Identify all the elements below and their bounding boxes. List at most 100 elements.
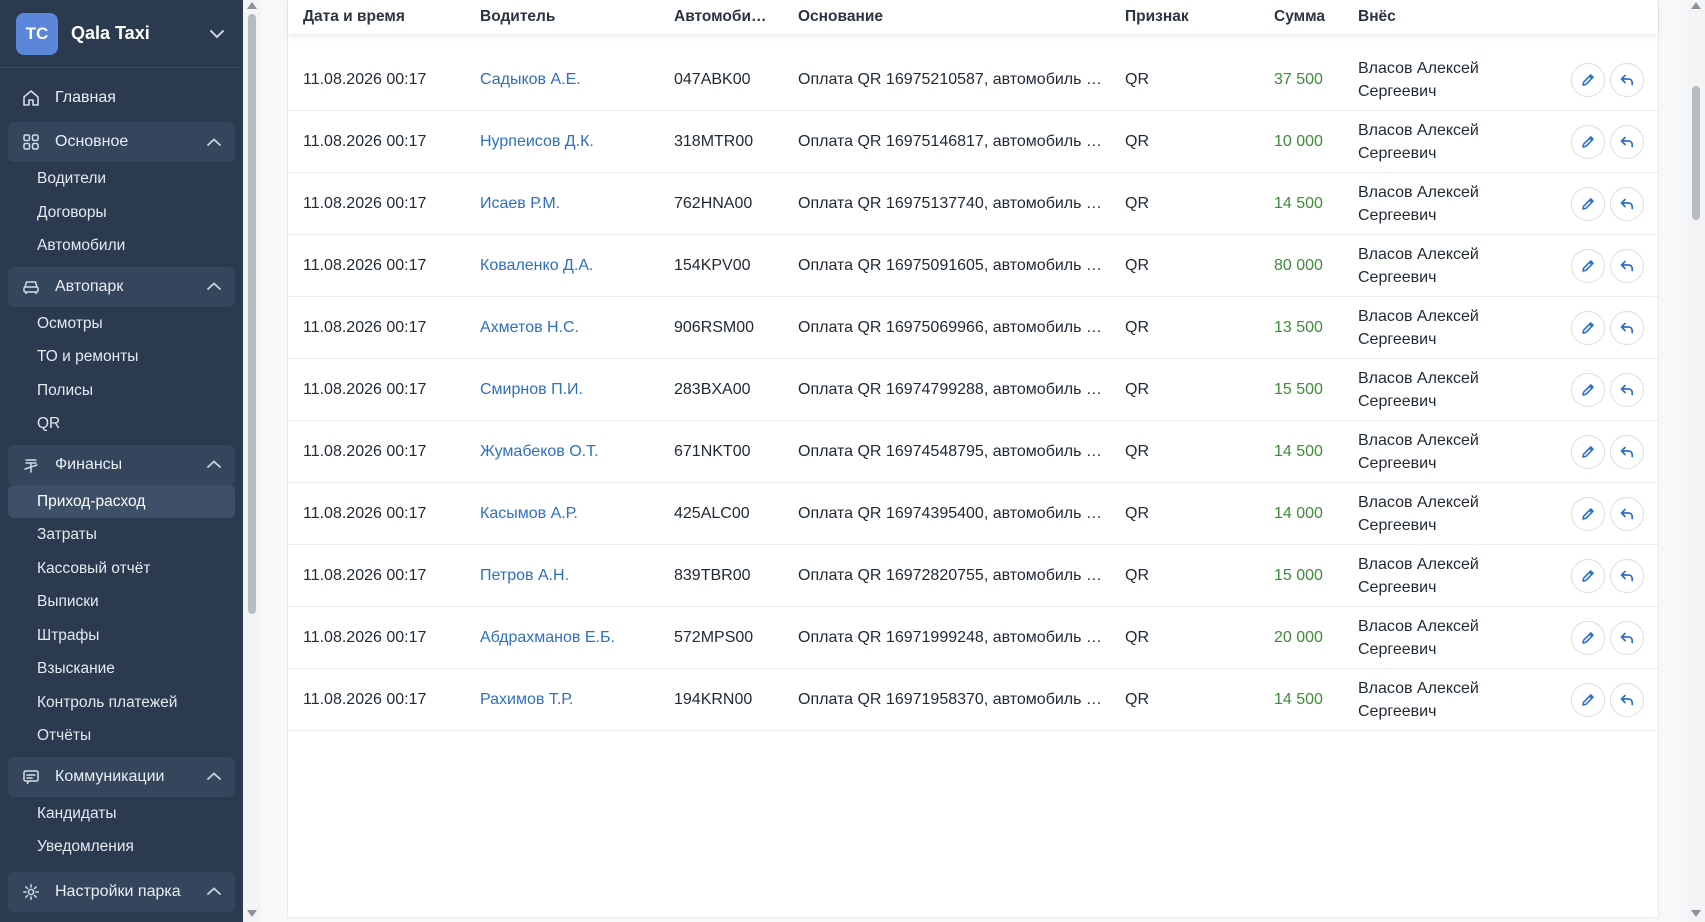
chevron-down-icon[interactable] [207,24,227,44]
brand-header[interactable]: TC Qala Taxi [0,0,243,68]
scroll-up-arrow-icon[interactable] [1691,2,1701,9]
column-header-author[interactable]: Внёс [1358,8,1396,26]
table-row[interactable]: 11.08.2026 00:17 Касымов А.Р. 425ALC00 Опла… [288,483,1658,545]
edit-button[interactable] [1571,620,1605,655]
revert-button[interactable] [1610,124,1644,159]
table-header: Дата и время Водитель Автомоби… Основани… [288,0,1658,34]
column-header-sum[interactable]: Сумма [1274,8,1325,26]
pencil-icon [1582,383,1594,396]
edit-button[interactable] [1571,248,1605,283]
table-row[interactable]: 11.08.2026 00:17 Жумабеков О.Т. 671NKT00 Оп… [288,421,1658,483]
revert-button[interactable] [1610,620,1644,655]
sidebar-item-income-expense[interactable]: Приход-расход [8,484,235,518]
revert-button[interactable] [1610,186,1644,221]
driver-link[interactable]: Нурпеисов Д.К. [480,133,594,151]
sidebar-item-inspections[interactable]: Осмотры [8,307,235,341]
sidebar-group-finance[interactable]: Финансы [8,444,235,485]
sidebar-item-cash-report[interactable]: Кассовый отчёт [8,552,235,586]
edit-button[interactable] [1571,310,1605,345]
sidebar-item-costs[interactable]: Затраты [8,518,235,552]
revert-button[interactable] [1610,682,1644,717]
revert-button[interactable] [1610,310,1644,345]
driver-link[interactable]: Абдрахманов Е.Б. [480,629,615,647]
sidebar-item-maintenance[interactable]: ТО и ремонты [8,340,235,374]
chevron-up-icon[interactable] [205,133,223,151]
table-row[interactable]: 11.08.2026 00:17 Исаев Р.М. 762HNA00 Оплата… [288,173,1658,235]
table-row[interactable]: 11.08.2026 00:17 Смирнов П.И. 283BXA00 Опла… [288,359,1658,421]
edit-button[interactable] [1571,62,1605,97]
chevron-up-icon[interactable] [205,456,223,474]
revert-button[interactable] [1610,434,1644,469]
sidebar-item-home[interactable]: Главная [8,78,235,118]
column-header-date[interactable]: Дата и время [303,8,405,26]
column-header-car[interactable]: Автомоби… [674,8,767,26]
driver-link[interactable]: Рахимов Т.Р. [480,691,573,709]
currency-icon [20,454,42,476]
revert-button[interactable] [1610,496,1644,531]
scroll-down-arrow-icon[interactable] [1691,910,1701,917]
revert-button[interactable] [1610,62,1644,97]
table-row[interactable]: 11.08.2026 00:17 Ахметов Н.С. 906RSM00 Опла… [288,297,1658,359]
edit-button[interactable] [1571,372,1605,407]
column-header-sign[interactable]: Признак [1125,8,1189,26]
driver-link[interactable]: Касымов А.Р. [480,505,578,523]
driver-link[interactable]: Садыков А.Е. [480,71,581,89]
sidebar-group-fleet[interactable]: Автопарк [8,266,235,307]
edit-button[interactable] [1571,434,1605,469]
table-row[interactable]: 11.08.2026 00:17 Садыков А.Е. 047ABK00 Опла… [288,49,1658,111]
sidebar-item-contracts[interactable]: Договоры [8,196,235,230]
edit-button[interactable] [1571,496,1605,531]
chevron-up-icon[interactable] [205,278,223,296]
driver-link[interactable]: Коваленко Д.А. [480,257,593,275]
sidebar-item-candidates[interactable]: Кандидаты [8,797,235,831]
sidebar-item-statements[interactable]: Выписки [8,585,235,619]
revert-button[interactable] [1610,558,1644,593]
sidebar-item-payment-control[interactable]: Контроль платежей [8,686,235,720]
revert-button[interactable] [1610,372,1644,407]
sidebar-item-cars[interactable]: Автомобили [8,229,235,263]
chevron-up-icon[interactable] [205,768,223,786]
scroll-down-arrow-icon[interactable] [247,910,257,917]
sidebar-group-settings[interactable]: Настройки парка [8,871,235,912]
sidebar-item-policies[interactable]: Полисы [8,374,235,408]
driver-link[interactable]: Петров А.Н. [480,567,569,585]
content-scrollbar[interactable] [1687,0,1705,922]
sidebar-item-notifications[interactable]: Уведомления [8,830,235,864]
chevron-up-icon[interactable] [205,883,223,901]
row-actions [1571,124,1644,159]
sidebar-scrollbar[interactable] [243,0,261,922]
column-header-reason[interactable]: Основание [798,8,883,26]
undo-icon [1620,508,1634,519]
author-line-2: Сергеевич [1358,516,1437,534]
cell-date: 11.08.2026 00:17 [303,628,427,646]
scrollbar-thumb[interactable] [1692,86,1700,220]
driver-link[interactable]: Смирнов П.И. [480,381,583,399]
sidebar-group-main[interactable]: Основное [8,122,235,162]
sidebar-item-recovery[interactable]: Взыскание [8,652,235,686]
edit-button[interactable] [1571,682,1605,717]
driver-link[interactable]: Ахметов Н.С. [480,319,579,337]
cell-car: 194KRN00 [674,690,753,708]
table-row[interactable]: 11.08.2026 00:17 Абдрахманов Е.Б. 572MPS00… [288,607,1658,669]
driver-link[interactable]: Жумабеков О.Т. [480,443,599,461]
sidebar-group-comms[interactable]: Коммуникации [8,756,235,797]
sidebar-item-drivers[interactable]: Водители [8,162,235,196]
cell-sign: QR [1125,256,1149,274]
scroll-up-arrow-icon[interactable] [247,2,257,9]
table-row[interactable]: 11.08.2026 00:17 Петров А.Н. 839TBR00 Оплат… [288,545,1658,607]
edit-button[interactable] [1571,558,1605,593]
table-row[interactable]: 11.08.2026 00:17 Рахимов Т.Р. 194KRN00 Опла… [288,669,1658,731]
pencil-icon [1582,321,1594,334]
table-row[interactable]: 11.08.2026 00:17 Коваленко Д.А. 154KPV00 Оп… [288,235,1658,297]
sidebar-item-fines[interactable]: Штрафы [8,619,235,653]
table-row[interactable]: 11.08.2026 00:17 Нурпеисов Д.К. 318MTR00 Оп… [288,111,1658,173]
driver-link[interactable]: Исаев Р.М. [480,195,560,213]
pencil-icon [1582,507,1594,520]
edit-button[interactable] [1571,186,1605,221]
column-header-driver[interactable]: Водитель [480,8,555,26]
sidebar-item-reports[interactable]: Отчёты [8,719,235,753]
revert-button[interactable] [1610,248,1644,283]
sidebar-item-qr[interactable]: QR [8,407,235,441]
scrollbar-thumb[interactable] [248,14,256,614]
edit-button[interactable] [1571,124,1605,159]
